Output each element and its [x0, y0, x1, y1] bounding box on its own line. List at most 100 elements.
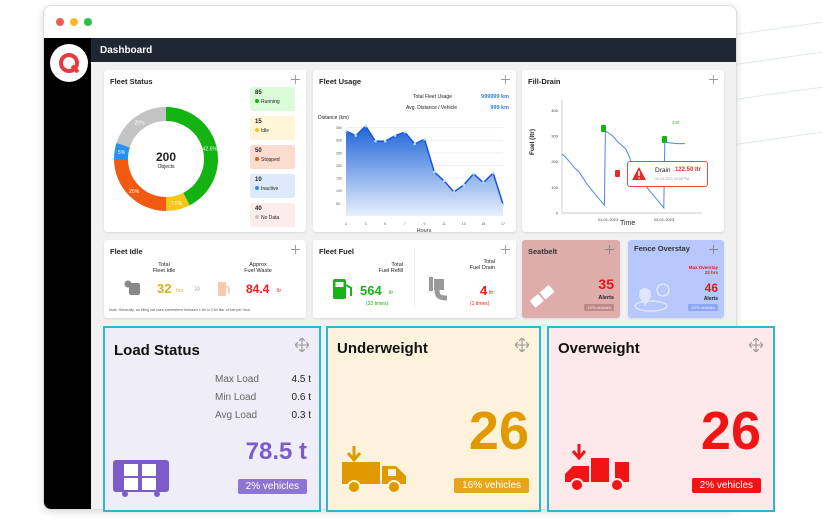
- seatbelt-badge: 15% vehicles: [584, 304, 614, 311]
- slice-label: 25%: [129, 189, 140, 195]
- data-point: [354, 134, 358, 137]
- data-point: [374, 139, 377, 143]
- total-objects-label: Objects: [157, 164, 175, 170]
- move-icon[interactable]: [295, 338, 309, 352]
- card-title: Fleet Idle: [110, 247, 143, 256]
- fuel-marker-icon: [615, 170, 620, 177]
- x-tick-label: 11: [442, 222, 446, 226]
- legend-dot: [255, 157, 259, 161]
- sidebar: [44, 38, 91, 509]
- legend-item-inactive[interactable]: 10 Inactive: [250, 174, 295, 198]
- avg-distance-value: 999 km: [490, 105, 509, 111]
- card-title: Load Status: [114, 342, 200, 359]
- drain-tooltip: Drain 122.50 ltr 02-03-2021 02:08 PM: [627, 161, 708, 187]
- maximize-dot[interactable]: [84, 18, 92, 26]
- move-icon[interactable]: [515, 338, 529, 352]
- data-point: [472, 172, 475, 176]
- load-row: Avg Load 0.3 t: [215, 410, 311, 421]
- warning-icon: [632, 167, 646, 180]
- legend-item-no-data[interactable]: 40 No Data: [250, 203, 295, 227]
- fuel-marker-icon: [601, 125, 606, 132]
- fleet-fuel-card: Fleet Fuel Total Fuel Refill 564 ltr (32 …: [313, 240, 516, 318]
- fuel-drain-icon: [429, 277, 448, 301]
- app-logo[interactable]: [50, 44, 88, 82]
- card-title: Fleet Fuel: [319, 247, 355, 256]
- legend-count: 85: [255, 90, 262, 96]
- move-icon[interactable]: [501, 245, 510, 254]
- overweight-truck-icon: [565, 444, 629, 492]
- load-row-label: Max Load: [215, 374, 259, 385]
- fence-overstay-card: Fence Overstay Max Overstay 22 hrs 46 Ale…: [628, 240, 724, 318]
- waste-label: Fuel Waste: [244, 268, 272, 274]
- total-usage-label: Total Fleet Usage: [413, 94, 452, 100]
- data-point: [423, 137, 426, 141]
- move-icon[interactable]: [501, 75, 510, 84]
- data-point: [344, 129, 348, 133]
- move-icon[interactable]: [709, 245, 718, 254]
- drain-times: (1 times): [470, 301, 490, 307]
- x-tick-label: 3: [365, 222, 367, 226]
- load-cargo-icon: [113, 460, 169, 497]
- y-tick-label: 400: [551, 108, 558, 113]
- data-point: [383, 139, 387, 143]
- legend-item-idle[interactable]: 15 Idle: [250, 116, 295, 140]
- tooltip-time: 02-03-2021 02:08 PM: [655, 177, 689, 181]
- legend-count: 40: [255, 206, 262, 212]
- y-tick-label: 250: [336, 151, 342, 155]
- x-tick-label: 15: [481, 222, 485, 226]
- x-tick-label: 02-01-2023: [654, 217, 675, 222]
- x-tick-label: 1: [345, 222, 347, 226]
- move-icon[interactable]: [605, 245, 614, 254]
- y-tick-label: 50: [336, 202, 340, 206]
- move-icon[interactable]: [291, 75, 300, 84]
- card-title: Fill-Drain: [528, 77, 561, 86]
- x-tick-label: 5: [384, 222, 386, 226]
- minimize-dot[interactable]: [70, 18, 78, 26]
- x-axis-label: Hours: [417, 228, 432, 232]
- card-title: Fleet Status: [110, 77, 153, 86]
- drain-unit: ltr: [489, 290, 494, 296]
- move-icon[interactable]: [291, 245, 300, 254]
- refill-times: (32 times): [366, 301, 389, 307]
- tooltip-label: Drain: [655, 167, 671, 174]
- geofence-icon: [634, 283, 670, 312]
- load-row-label: Min Load: [215, 392, 257, 403]
- waste-unit: ltr: [277, 288, 282, 294]
- close-dot[interactable]: [56, 18, 64, 26]
- move-icon[interactable]: [749, 338, 763, 352]
- overweight-card: Overweight 26 2% vehicles: [547, 326, 775, 512]
- legend-item-running[interactable]: 85 Running: [250, 87, 295, 111]
- card-title: Fence Overstay: [634, 244, 690, 253]
- legend-item-stopped[interactable]: 50 Stopped: [250, 145, 295, 169]
- fence-alerts-label: Alerts: [703, 296, 718, 302]
- move-icon[interactable]: [709, 75, 718, 84]
- load-row-label: Avg Load: [215, 410, 258, 421]
- fence-badge: 15% vehicles: [688, 304, 718, 311]
- refill-value: 564: [360, 283, 382, 298]
- y-tick-label: 200: [336, 164, 342, 168]
- overweight-badge: 2% vehicles: [691, 478, 761, 493]
- legend-dot: [255, 215, 259, 219]
- refill-label: Fuel Refill: [378, 268, 403, 274]
- seatbelt-icon: [530, 285, 555, 308]
- donut-slice: [116, 107, 166, 148]
- legend-label: No Data: [261, 215, 280, 221]
- underweight-truck-icon: [342, 446, 406, 494]
- total-objects: 200: [155, 150, 177, 164]
- data-point: [442, 179, 446, 183]
- load-row-value: 4.5 t: [291, 374, 311, 385]
- page-title: Dashboard: [91, 38, 736, 62]
- avg-distance-label: Avg. Distance / Vehicle: [406, 105, 458, 111]
- idle-value: 32: [157, 281, 172, 296]
- y-tick-label: 150: [336, 177, 342, 181]
- legend-count: 15: [255, 119, 262, 125]
- fuel-refill-icon: [333, 279, 352, 299]
- card-title: Fleet Usage: [319, 77, 362, 86]
- x-tick-label: 01-01-2023: [598, 217, 619, 222]
- fuel-pump-icon: [218, 282, 230, 296]
- legend-label: Running: [261, 99, 280, 105]
- load-row-value: 0.3 t: [291, 410, 311, 421]
- data-point: [482, 181, 485, 184]
- fleet-idle-card: Fleet Idle Total Fleet Idle Approx Fuel Wa…: [104, 240, 306, 318]
- arrow-icon: »: [194, 281, 201, 295]
